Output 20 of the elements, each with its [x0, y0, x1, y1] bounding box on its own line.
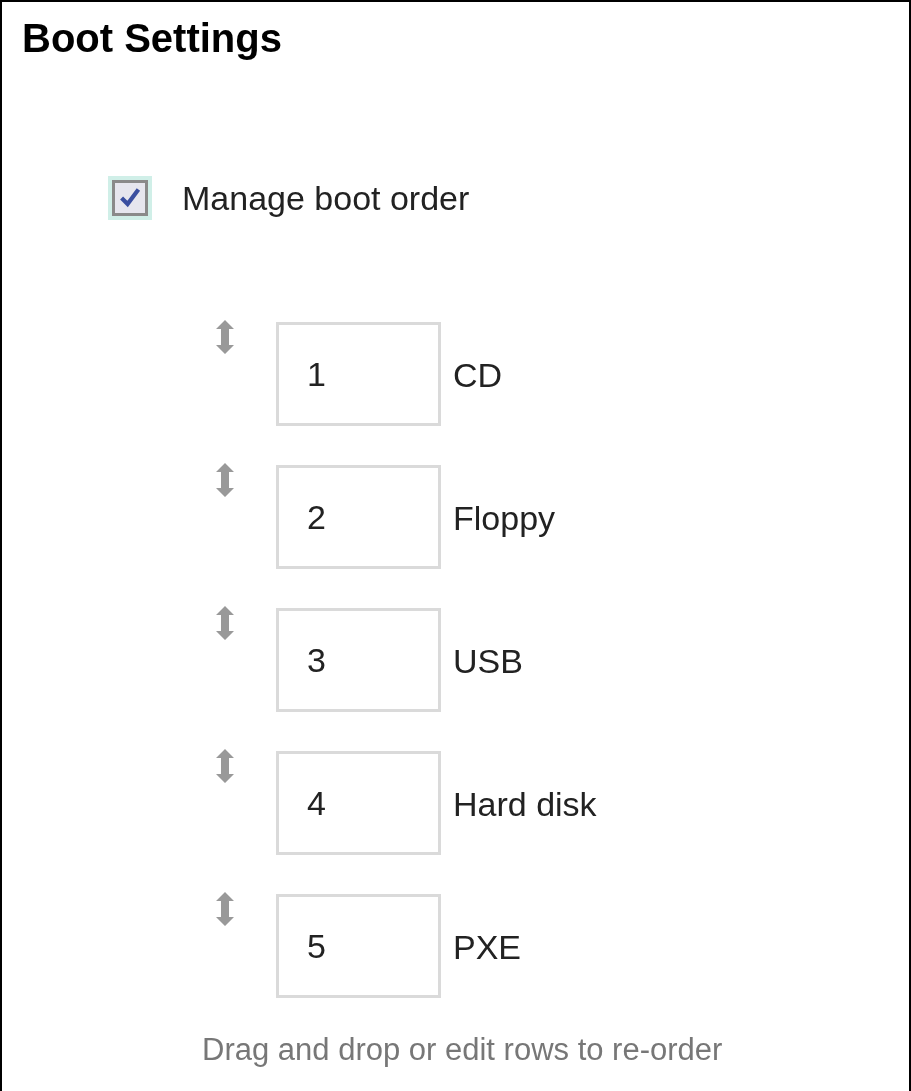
order-field[interactable]: 2: [276, 465, 441, 569]
checkbox-label: Manage boot order: [182, 178, 470, 218]
order-field[interactable]: 4: [276, 751, 441, 855]
order-field[interactable]: 3: [276, 608, 441, 712]
device-name: PXE: [453, 928, 522, 967]
device-name: CD: [453, 356, 503, 395]
device-name: Hard disk: [453, 785, 597, 824]
drag-handle-icon[interactable]: [214, 606, 236, 640]
drag-handle-icon[interactable]: [214, 749, 236, 783]
device-name: USB: [453, 642, 523, 681]
order-field[interactable]: 1: [276, 322, 441, 426]
hint-text: Drag and drop or edit rows to re-order: [202, 1032, 723, 1068]
device-name: Floppy: [453, 499, 556, 538]
check-icon: [118, 186, 142, 210]
checkbox[interactable]: [108, 176, 152, 220]
order-field[interactable]: 5: [276, 894, 441, 998]
drag-handle-icon[interactable]: [214, 463, 236, 497]
section-title: Boot Settings: [22, 16, 282, 61]
drag-handle-icon[interactable]: [214, 320, 236, 354]
drag-handle-icon[interactable]: [214, 892, 236, 926]
